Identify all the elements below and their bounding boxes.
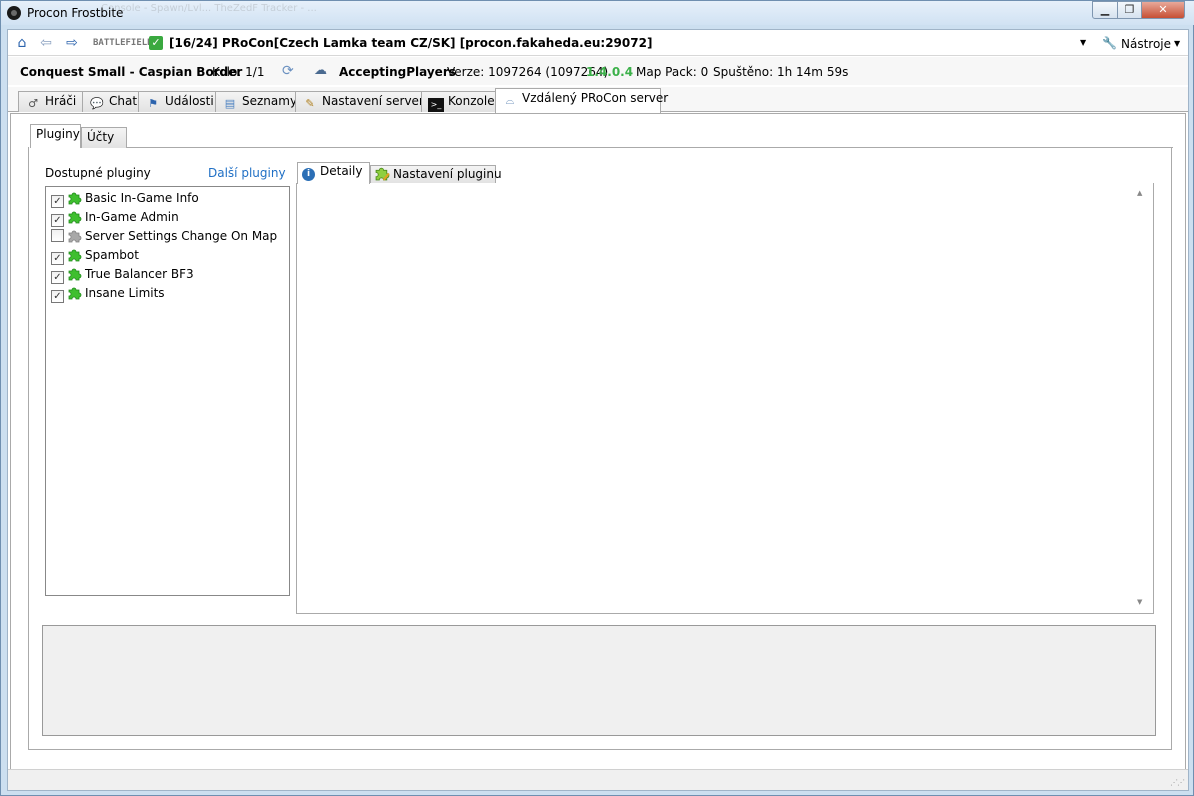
round-counter: Kolo: 1/1 bbox=[212, 65, 265, 79]
chat-icon: 💬 bbox=[90, 97, 104, 110]
tab-plugin-details[interactable]: i Detaily bbox=[297, 162, 370, 184]
plugin-item[interactable]: ✓ In-Game Admin bbox=[51, 208, 179, 227]
plugin-item[interactable]: ✓ Spambot bbox=[51, 246, 139, 265]
players-icon: ♂ bbox=[28, 97, 38, 110]
app-window: Procon Frostbite Console - Spawn/Lvl... … bbox=[0, 0, 1194, 796]
plugin-item[interactable]: Server Settings Change On Map bbox=[51, 227, 277, 245]
info-icon: i bbox=[302, 168, 315, 181]
lists-icon: ▤ bbox=[224, 97, 236, 110]
back-arrow-icon[interactable]: ⇦ bbox=[38, 35, 54, 51]
plugins-panel: Dostupné pluginy Další pluginy ✓ Basic In… bbox=[28, 147, 1172, 750]
maximize-button[interactable]: ❐ bbox=[1117, 1, 1142, 19]
scroll-down-icon[interactable]: ▼ bbox=[1137, 598, 1142, 606]
server-selector[interactable]: [16/24] PRoCon[Czech Lamka team CZ/SK] [… bbox=[169, 36, 652, 50]
tab-label: Vzdálený PRoCon server bbox=[522, 91, 669, 105]
title-bar[interactable]: Procon Frostbite Console - Spawn/Lvl... … bbox=[1, 1, 1194, 25]
plugin-list[interactable]: ✓ Basic In-Game Info ✓ In-Game Admin Serve… bbox=[45, 186, 290, 596]
tab-label: Hráči bbox=[45, 94, 77, 108]
server-status-row: Conquest Small - Caspian Border Kolo: 1/… bbox=[8, 57, 1188, 85]
tools-dropdown-icon[interactable]: ▼ bbox=[1174, 39, 1180, 48]
server-state: AcceptingPlayers bbox=[339, 65, 456, 79]
plugin-name: In-Game Admin bbox=[85, 210, 179, 224]
tab-console[interactable]: >_ Konzole bbox=[421, 91, 496, 112]
plugin-name: Spambot bbox=[85, 248, 139, 262]
tab-label: Chat bbox=[109, 94, 138, 108]
plugin-enabled-icon bbox=[68, 249, 82, 262]
current-map: Conquest Small - Caspian Border bbox=[20, 65, 243, 79]
status-bar: ⋰⋰ bbox=[8, 769, 1188, 790]
plugin-name: Insane Limits bbox=[85, 286, 165, 300]
more-plugins-link[interactable]: Další pluginy bbox=[208, 166, 286, 180]
server-toolbar: ⌂ ⇦ ⇨ BATTLEFIELD 3 ✓ [16/24] PRoCon[Cze… bbox=[8, 30, 1188, 56]
plugin-item[interactable]: ✓ Basic In-Game Info bbox=[51, 189, 199, 208]
events-icon: ⚑ bbox=[148, 97, 158, 110]
details-scrollbar[interactable]: ▲ ▼ bbox=[1135, 189, 1149, 606]
tab-label: Detaily bbox=[320, 164, 363, 178]
scroll-up-icon[interactable]: ▲ bbox=[1137, 189, 1142, 197]
procon-version: 1.4.0.4 bbox=[586, 65, 634, 79]
plugin-item[interactable]: ✓ True Balancer BF3 bbox=[51, 265, 194, 284]
plugin-enabled-icon bbox=[68, 211, 82, 224]
tab-label: Nastavení serveru bbox=[322, 94, 432, 108]
plugin-checkbox[interactable]: ✓ bbox=[51, 271, 64, 284]
connected-check-icon: ✓ bbox=[149, 36, 163, 50]
subtab-plugins[interactable]: Pluginy bbox=[30, 124, 81, 148]
plugin-name: Server Settings Change On Map bbox=[85, 229, 278, 243]
wrench-icon[interactable]: 🔧 bbox=[1102, 36, 1117, 50]
main-tab-strip: ♂ Hráči 💬 Chat ⚑ Události ▤ Seznamy ✎ Nastave… bbox=[8, 87, 1188, 113]
close-icon: ✕ bbox=[1158, 3, 1168, 16]
plugin-enabled-icon bbox=[68, 268, 82, 281]
plugin-name: True Balancer BF3 bbox=[85, 267, 194, 281]
plugin-settings-icon bbox=[375, 167, 390, 181]
server-dropdown-icon[interactable]: ▼ bbox=[1080, 38, 1086, 47]
server-uptime: Spuštěno: 1h 14m 59s bbox=[713, 65, 849, 79]
tab-events[interactable]: ⚑ Události bbox=[138, 91, 216, 112]
tab-label: Seznamy bbox=[242, 94, 298, 108]
subtab-accounts[interactable]: Účty bbox=[81, 127, 127, 148]
plugin-enabled-icon bbox=[68, 287, 82, 300]
tab-plugin-settings[interactable]: Nastavení pluginu bbox=[370, 165, 502, 184]
server-state-icon: ☁ bbox=[314, 63, 327, 78]
close-button[interactable]: ✕ bbox=[1141, 1, 1185, 19]
tab-label: Konzole bbox=[448, 94, 495, 108]
plugin-output-box[interactable] bbox=[42, 625, 1156, 736]
plugin-details-panel: ▲ ▼ bbox=[296, 183, 1154, 614]
available-plugins-label: Dostupné pluginy bbox=[45, 166, 151, 180]
minimize-button[interactable]: ▁ bbox=[1092, 1, 1118, 19]
home-icon[interactable]: ⌂ bbox=[14, 35, 30, 51]
remote-server-icon: ⌓ bbox=[505, 94, 515, 107]
tab-remote-procon-server[interactable]: ⌓ Vzdálený PRoCon server bbox=[495, 88, 668, 113]
plugin-checkbox[interactable]: ✓ bbox=[51, 290, 64, 303]
plugin-checkbox[interactable]: ✓ bbox=[51, 214, 64, 227]
plugin-name: Basic In-Game Info bbox=[85, 191, 199, 205]
tools-menu[interactable]: Nástroje bbox=[1121, 37, 1171, 51]
refresh-icon[interactable]: ⟳ bbox=[282, 63, 294, 79]
tab-content-remote-server: Pluginy Účty Dostupné pluginy Další plug… bbox=[10, 113, 1186, 788]
resize-grip-icon[interactable]: ⋰⋰ bbox=[1170, 778, 1185, 787]
tab-lists[interactable]: ▤ Seznamy bbox=[215, 91, 298, 112]
plugin-enabled-icon bbox=[68, 192, 82, 205]
procon-app-icon bbox=[7, 6, 21, 20]
background-taskbar-text: Console - Spawn/Lvl... TheZedF Tracker -… bbox=[101, 3, 317, 14]
plugin-checkbox[interactable]: ✓ bbox=[51, 252, 64, 265]
tab-chat[interactable]: 💬 Chat bbox=[82, 91, 139, 112]
tab-label: Události bbox=[165, 94, 214, 108]
forward-arrow-icon[interactable]: ⇨ bbox=[64, 35, 80, 51]
server-version: Verze: 1097264 (1097264) bbox=[447, 65, 609, 79]
map-pack: Map Pack: 0 bbox=[636, 65, 709, 79]
tab-server-settings[interactable]: ✎ Nastavení serveru bbox=[295, 91, 431, 112]
console-icon: >_ bbox=[428, 98, 444, 112]
plugin-item[interactable]: ✓ Insane Limits bbox=[51, 284, 165, 303]
client-area: ⌂ ⇦ ⇨ BATTLEFIELD 3 ✓ [16/24] PRoCon[Cze… bbox=[7, 29, 1189, 791]
tab-players[interactable]: ♂ Hráči bbox=[18, 91, 83, 112]
plugin-checkbox[interactable] bbox=[51, 229, 64, 242]
tab-label: Nastavení pluginu bbox=[393, 167, 502, 181]
server-settings-icon: ✎ bbox=[305, 97, 315, 110]
plugin-disabled-icon bbox=[68, 230, 82, 243]
plugin-checkbox[interactable]: ✓ bbox=[51, 195, 64, 208]
